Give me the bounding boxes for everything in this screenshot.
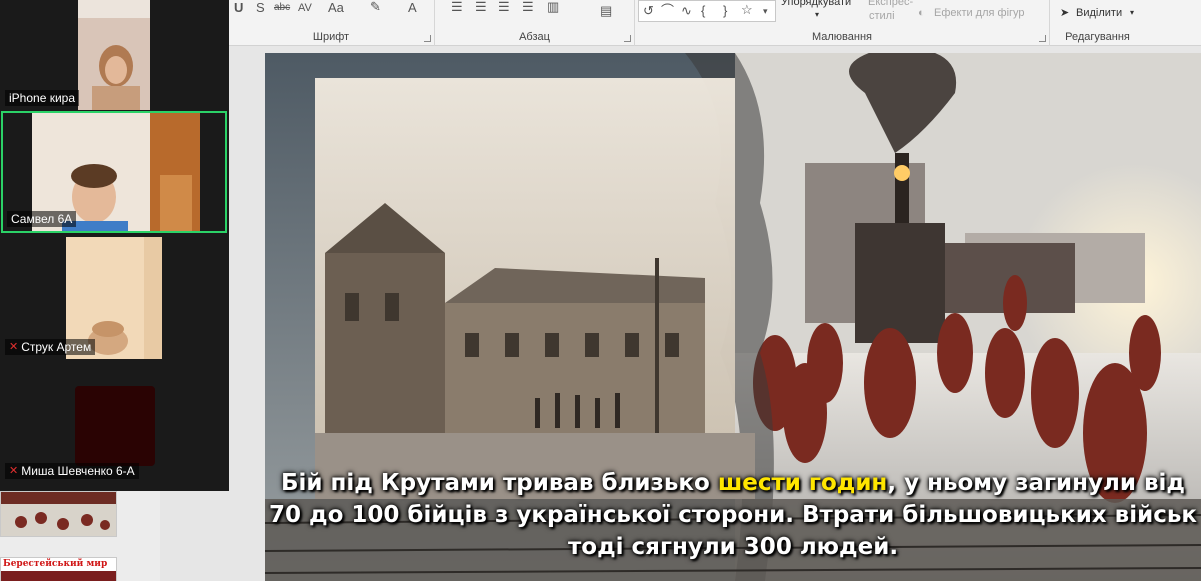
slide-thumbnail[interactable]: Берестейський мир: [0, 557, 117, 581]
select-cursor-icon[interactable]: ➤: [1060, 6, 1069, 19]
caption-text-start: Бій під Крутами тривав близько: [280, 470, 718, 496]
participant-name-tag: Самвел 6А: [7, 211, 77, 227]
align-center-icon[interactable]: ☰: [475, 0, 487, 14]
select-dropdown-icon[interactable]: ▾: [1130, 8, 1134, 17]
shape-effects-button[interactable]: Ефекти для фігур: [934, 7, 1025, 19]
shape-effects-icon[interactable]: ◐: [918, 7, 925, 19]
highlighter-icon[interactable]: ✎: [370, 0, 381, 14]
slide-caption[interactable]: Бій під Крутами тривав близько шести год…: [265, 467, 1201, 563]
muted-mic-icon: ✕: [9, 465, 19, 477]
justify-icon[interactable]: ☰: [522, 0, 534, 14]
drawing-dialog-launcher[interactable]: [1039, 35, 1046, 42]
editing-group: ➤ Виділити ▾ Редагування: [1050, 0, 1145, 46]
participant-name: Струк Артем: [21, 340, 92, 354]
underline-icon[interactable]: U: [234, 1, 243, 15]
video-tile-active-speaker[interactable]: Самвел 6А: [1, 111, 227, 233]
character-spacing-button[interactable]: AV: [298, 1, 312, 15]
font-dialog-launcher[interactable]: [424, 35, 431, 42]
slide-thumbnail-image: Берестейський мир: [1, 558, 116, 581]
arrange-dropdown-icon[interactable]: ▾: [815, 10, 819, 19]
align-right-icon[interactable]: ☰: [498, 0, 510, 14]
participant-name-tag: ✕ Миша Шевченко 6-А: [5, 463, 139, 479]
font-group-label: Шрифт: [312, 31, 350, 43]
font-color-button[interactable]: A: [408, 1, 417, 15]
paragraph-group-label: Абзац: [519, 31, 550, 43]
camera-feed: [78, 0, 150, 110]
columns-icon[interactable]: ▥: [547, 0, 559, 14]
drawing-group: Упорядкувати ▾ Експрес- стилі ◐ Ефекти д…: [635, 0, 1050, 46]
screen: U S abc AV Aa ✎ A Шрифт ☰ ☰ ☰ ☰ ▥ ▤ Абза…: [0, 0, 1201, 581]
align-left-icon[interactable]: ☰: [451, 0, 463, 14]
thumbnail-title: Берестейський мир: [3, 559, 108, 569]
slide-canvas[interactable]: Бій під Крутами тривав близько шести год…: [265, 53, 1201, 581]
participant-name-tag: iPhone кира: [5, 90, 79, 106]
video-tile[interactable]: iPhone кира: [1, 0, 227, 110]
caption-highlight: шести годин: [717, 470, 888, 496]
slide-thumbnails-pane: Берестейський мир: [0, 491, 160, 581]
video-gallery-panel: iPhone кира Самвел 6А ✕ Струк Артем ✕ Ми…: [0, 0, 229, 491]
select-button[interactable]: Виділити: [1076, 7, 1122, 19]
quick-styles-bottom[interactable]: стилі: [869, 10, 895, 22]
drawing-group-label: Малювання: [811, 31, 873, 43]
strikethrough-button[interactable]: abc: [274, 1, 290, 15]
participant-name: iPhone кира: [9, 91, 75, 105]
avatar: [75, 386, 155, 466]
thumbnail-banner: [1, 571, 116, 581]
shadow-button[interactable]: S: [256, 1, 265, 15]
font-group: U S abc AV Aa ✎ A Шрифт: [228, 0, 435, 46]
video-tile[interactable]: ✕ Миша Шевченко 6-А: [1, 361, 227, 483]
smartart-icon[interactable]: ▤: [600, 4, 612, 18]
muted-mic-icon: ✕: [9, 341, 19, 353]
slide-thumbnail-image: [1, 492, 116, 536]
paragraph-group: ☰ ☰ ☰ ☰ ▥ ▤ Абзац: [435, 0, 635, 46]
quick-styles-top[interactable]: Експрес-: [868, 0, 913, 8]
change-case-button[interactable]: Aa: [328, 1, 344, 15]
video-tile[interactable]: ✕ Струк Артем: [1, 237, 227, 359]
powerpoint-ribbon: U S abc AV Aa ✎ A Шрифт ☰ ☰ ☰ ☰ ▥ ▤ Абза…: [228, 0, 1201, 46]
participant-name-tag: ✕ Струк Артем: [5, 339, 96, 355]
arrange-button[interactable]: Упорядкувати: [781, 0, 851, 8]
paragraph-dialog-launcher[interactable]: [624, 35, 631, 42]
participant-name: Самвел 6А: [11, 212, 73, 226]
participant-name: Миша Шевченко 6-А: [21, 464, 135, 478]
editing-group-label: Редагування: [1065, 31, 1130, 43]
slide-thumbnail[interactable]: [0, 491, 117, 537]
